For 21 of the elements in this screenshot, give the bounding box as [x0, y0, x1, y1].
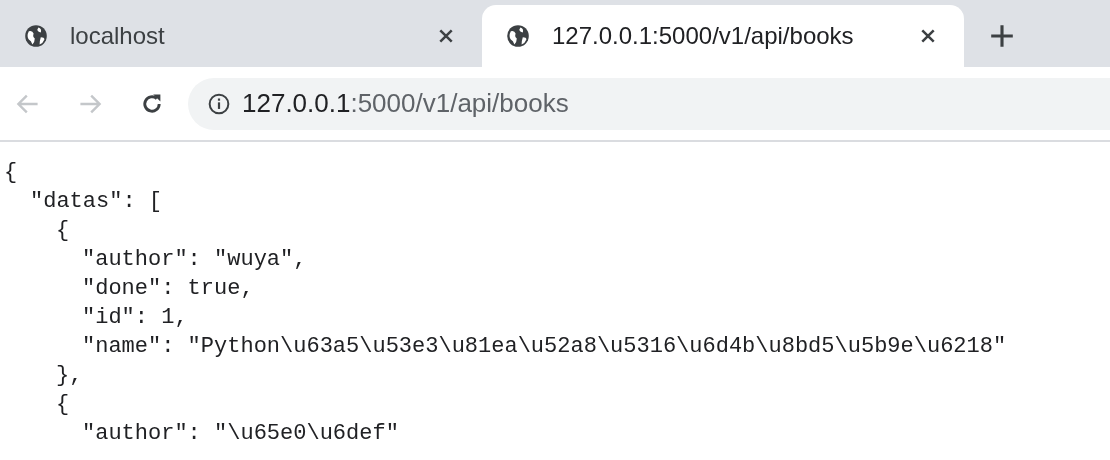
address-bar[interactable]: 127.0.0.1:5000/v1/api/books [188, 77, 1110, 130]
code-line: }, [56, 362, 83, 390]
code-line: { [56, 217, 70, 245]
browser-tab[interactable]: 127.0.0.1:5000/v1/api/books [482, 5, 964, 67]
info-icon[interactable] [208, 92, 230, 115]
browser-tab[interactable]: localhost [0, 5, 482, 67]
globe-icon [24, 24, 48, 48]
new-tab-icon[interactable] [990, 24, 1014, 48]
close-icon[interactable] [920, 28, 936, 44]
code-line: { [4, 159, 18, 187]
code-line: "id": 1, [82, 304, 188, 332]
code-line: "author": "\u65e0\u6def" [82, 420, 399, 448]
globe-icon [506, 24, 530, 48]
code-line: { [56, 391, 70, 419]
code-line: "name": "Python\u63a5\u53e3\u81ea\u52a8\u5316\u6d4b\u8bd5\u5b9e\u6218" [82, 333, 1007, 361]
reload-icon[interactable] [140, 91, 164, 116]
url-text: 127.0.0.1:5000/v1/api/books [242, 88, 569, 119]
close-icon[interactable] [438, 28, 454, 44]
code-line: "author": "wuya", [82, 246, 307, 274]
code-line: "done": true, [82, 275, 254, 303]
code-line: "datas": [ [30, 188, 163, 216]
